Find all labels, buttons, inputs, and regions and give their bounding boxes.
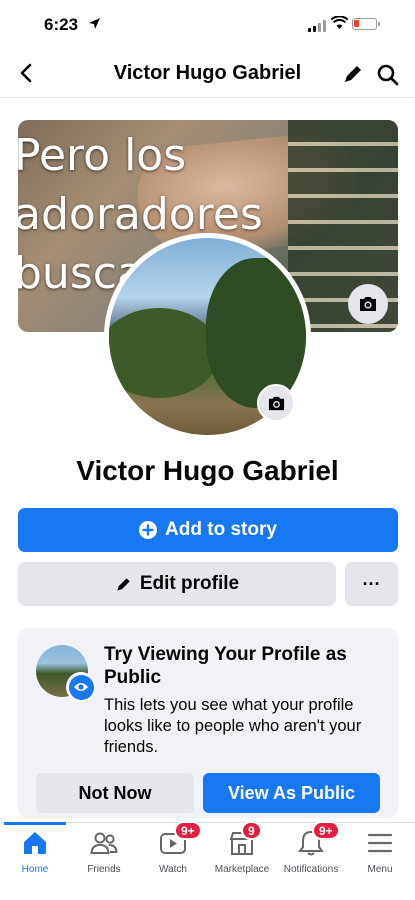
bottom-tab-bar: Home Friends 9+ Watch 9 Marketplace 9+ N…: [0, 821, 415, 900]
more-options-button[interactable]: ···: [345, 562, 398, 606]
friends-icon: [90, 832, 118, 854]
profile-name: Victor Hugo Gabriel: [76, 455, 339, 486]
battery-icon: [352, 18, 380, 30]
card-title: Try Viewing Your Profile as Public: [104, 644, 347, 688]
not-now-button[interactable]: Not Now: [36, 773, 194, 813]
camera-icon: [268, 396, 284, 410]
edit-profile-picture-button[interactable]: [257, 384, 295, 422]
eye-icon: [74, 683, 88, 691]
wifi-icon: [331, 16, 348, 29]
tab-menu[interactable]: Menu: [345, 823, 415, 883]
marketplace-badge: 9: [241, 821, 262, 840]
edit-pencil-icon[interactable]: [342, 63, 364, 85]
plus-circle-icon: [139, 521, 158, 539]
pencil-icon: [117, 577, 130, 591]
watch-badge: 9+: [174, 821, 202, 840]
location-arrow-icon: [89, 18, 100, 29]
card-description: This lets you see what your profile look…: [104, 696, 362, 756]
add-to-story-button[interactable]: Add to story: [18, 508, 398, 552]
status-time: 6:23: [44, 15, 79, 34]
edit-cover-camera-button[interactable]: [348, 284, 388, 324]
card-eye-badge: [66, 672, 96, 702]
notifications-badge: 9+: [312, 821, 340, 840]
profile-header: Victor Hugo Gabriel: [0, 52, 415, 98]
search-icon[interactable]: [376, 63, 400, 87]
status-bar: 6:23: [0, 0, 415, 48]
edit-profile-label: Edit profile: [139, 573, 240, 594]
edit-profile-button[interactable]: Edit profile: [18, 562, 336, 606]
menu-icon: [367, 833, 393, 853]
view-as-public-button[interactable]: View As Public: [203, 773, 380, 813]
tab-label: Menu: [367, 864, 393, 875]
cellular-signal-icon: [308, 20, 326, 32]
add-to-story-label: Add to story: [165, 519, 277, 540]
camera-icon: [360, 297, 376, 311]
home-icon: [24, 832, 46, 854]
more-dots-icon: ···: [362, 573, 381, 594]
view-as-public-card: Try Viewing Your Profile as Public This …: [18, 628, 398, 818]
